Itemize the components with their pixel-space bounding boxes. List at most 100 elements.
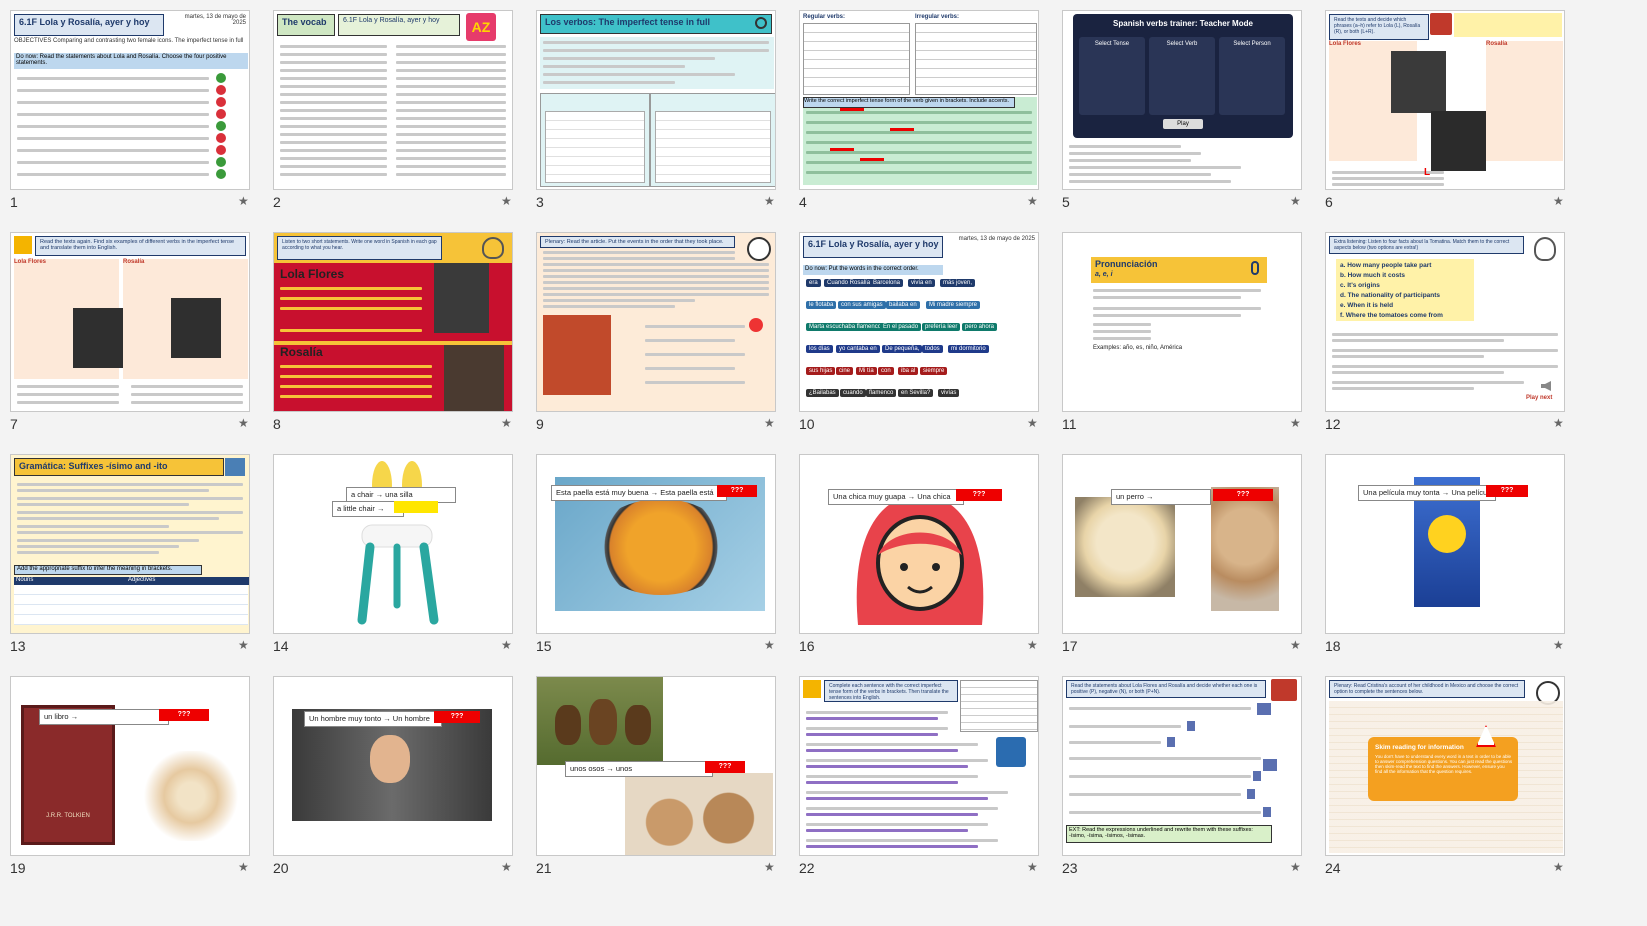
- star-icon[interactable]: ★: [1553, 860, 1564, 874]
- star-icon[interactable]: ★: [238, 860, 249, 874]
- star-icon[interactable]: ★: [1027, 194, 1038, 208]
- col-label: Select Verb: [1166, 41, 1198, 47]
- word-tile[interactable]: De pequeña,: [882, 345, 923, 353]
- slide-thumbnail-16[interactable]: Una chica muy guapa → Una chica ???: [799, 454, 1039, 634]
- word-tile[interactable]: sus hijas: [806, 367, 836, 375]
- star-icon[interactable]: ★: [764, 194, 775, 208]
- word-tile[interactable]: mi dormitorio: [948, 345, 989, 353]
- word-tile[interactable]: con: [878, 367, 894, 375]
- word-tile[interactable]: vivía en: [908, 279, 935, 287]
- word-tile[interactable]: los días: [806, 345, 833, 353]
- word-tile[interactable]: todos: [922, 345, 943, 353]
- word-tile[interactable]: yo cantaba en: [836, 345, 880, 353]
- star-icon[interactable]: ★: [501, 860, 512, 874]
- word-tile[interactable]: iba al: [898, 367, 919, 375]
- slide-thumbnail-4[interactable]: Regular verbs: Irregular verbs: Write th…: [799, 10, 1039, 190]
- slide-title: Regular verbs:: [803, 14, 846, 20]
- slide-thumbnail-20[interactable]: Un hombre muy tonto → Un hombre ???: [273, 676, 513, 856]
- star-icon[interactable]: ★: [1290, 416, 1301, 430]
- word-tile[interactable]: flamenco: [866, 389, 897, 397]
- col-label: Select Tense: [1094, 41, 1130, 47]
- answer-box[interactable]: ???: [434, 711, 480, 723]
- slide-thumbnail-1[interactable]: 6.1F Lola y Rosalía, ayer y hoy martes, …: [10, 10, 250, 190]
- star-icon[interactable]: ★: [764, 638, 775, 652]
- word-tile[interactable]: más joven,: [940, 279, 976, 287]
- star-icon[interactable]: ★: [764, 860, 775, 874]
- word-tile[interactable]: Cuando Rosalía: [824, 279, 874, 287]
- star-icon[interactable]: ★: [1027, 416, 1038, 430]
- slide-thumbnail-18[interactable]: Una película muy tonta → Una película ??…: [1325, 454, 1565, 634]
- answer-box[interactable]: ???: [1486, 485, 1528, 497]
- slide-title: Read the statements about Lola Flores an…: [1066, 680, 1266, 698]
- word-tile[interactable]: Barcelona: [870, 279, 904, 287]
- star-icon[interactable]: ★: [1290, 638, 1301, 652]
- star-icon[interactable]: ★: [1553, 416, 1564, 430]
- star-icon[interactable]: ★: [238, 638, 249, 652]
- slide-cell-20: Un hombre muy tonto → Un hombre ??? 20 ★: [263, 666, 513, 876]
- slide-thumbnail-6[interactable]: Read the texts and decide which phrases …: [1325, 10, 1565, 190]
- star-icon[interactable]: ★: [501, 638, 512, 652]
- slide-thumbnail-21[interactable]: unos osos → unos ???: [536, 676, 776, 856]
- slide-thumbnail-11[interactable]: Pronunciación a, e, i Examples: año, es,…: [1062, 232, 1302, 412]
- slide-thumbnail-24[interactable]: Plenary: Read Cristina's account of her …: [1325, 676, 1565, 856]
- star-icon[interactable]: ★: [1027, 638, 1038, 652]
- play-next-button[interactable]: Play next: [1526, 395, 1552, 401]
- slide-thumbnail-9[interactable]: Plenary: Read the article. Put the event…: [536, 232, 776, 412]
- slide-thumbnail-15[interactable]: Esta paella está muy buena → Esta paella…: [536, 454, 776, 634]
- word-tile[interactable]: siempre: [920, 367, 948, 375]
- slide-thumbnail-3[interactable]: Los verbos: The imperfect tense in full: [536, 10, 776, 190]
- slide-cell-22: Complete each sentence with the correct …: [789, 666, 1039, 876]
- slide-thumbnail-13[interactable]: Gramática: Suffixes -ísimo and -ito Add …: [10, 454, 250, 634]
- star-icon[interactable]: ★: [501, 416, 512, 430]
- slide-number: 18: [1325, 638, 1341, 654]
- word-tile[interactable]: Marta escuchaba flamenco: [806, 323, 885, 331]
- slide-thumbnail-5[interactable]: Spanish verbs trainer: Teacher Mode Sele…: [1062, 10, 1302, 190]
- answer-box[interactable]: ???: [159, 709, 209, 721]
- slide-thumbnail-23[interactable]: Read the statements about Lola Flores an…: [1062, 676, 1302, 856]
- slide-thumbnail-8[interactable]: Listen to two short statements. Write on…: [273, 232, 513, 412]
- name-label: Lola Flores: [14, 259, 47, 265]
- slide-title: 6.1F Lola y Rosalía, ayer y hoy: [803, 236, 943, 258]
- slide-thumbnail-10[interactable]: 6.1F Lola y Rosalía, ayer y hoy martes, …: [799, 232, 1039, 412]
- slide-title: Spanish verbs trainer: Teacher Mode: [1113, 19, 1253, 28]
- star-icon[interactable]: ★: [764, 416, 775, 430]
- paella-pan: [591, 499, 731, 595]
- slide-thumbnail-7[interactable]: Read the texts again. Find six examples …: [10, 232, 250, 412]
- star-icon[interactable]: ★: [1290, 194, 1301, 208]
- word-tile[interactable]: cuando: [840, 389, 866, 397]
- word-tile[interactable]: cine: [836, 367, 854, 375]
- answer-box[interactable]: ???: [956, 489, 1002, 501]
- answer-box[interactable]: ???: [1213, 489, 1273, 501]
- star-icon[interactable]: ★: [1553, 194, 1564, 208]
- word-tile[interactable]: bailaba en: [886, 301, 920, 309]
- slide-thumbnail-2[interactable]: The vocab 6.1F Lola y Rosalía, ayer y ho…: [273, 10, 513, 190]
- word-tile[interactable]: era: [806, 279, 821, 287]
- slide-thumbnail-22[interactable]: Complete each sentence with the correct …: [799, 676, 1039, 856]
- star-icon[interactable]: ★: [238, 194, 249, 208]
- star-icon[interactable]: ★: [1290, 860, 1301, 874]
- word-tile[interactable]: Mi madre siempre: [926, 301, 981, 309]
- star-icon[interactable]: ★: [238, 416, 249, 430]
- word-tile[interactable]: pero ahora: [962, 323, 998, 331]
- word-tile[interactable]: ¿Bailabas: [806, 389, 839, 397]
- slide-thumbnail-19[interactable]: J.R.R. TOLKIEN un libro → ???: [10, 676, 250, 856]
- star-icon[interactable]: ★: [1553, 638, 1564, 652]
- slide-number: 10: [799, 416, 815, 432]
- ear-icon: [482, 237, 504, 259]
- name-label: Rosalía: [123, 259, 145, 265]
- word-tile[interactable]: vivías: [938, 389, 960, 397]
- answer-box[interactable]: ???: [394, 501, 438, 513]
- word-tile[interactable]: en Sevilla?: [898, 389, 934, 397]
- word-tile[interactable]: le flotaba: [806, 301, 837, 309]
- slide-thumbnail-14[interactable]: a chair → una silla a little chair → ???: [273, 454, 513, 634]
- word-tile[interactable]: Mi tía: [856, 367, 877, 375]
- slide-thumbnail-17[interactable]: un perro → ???: [1062, 454, 1302, 634]
- word-tile[interactable]: prefería leer: [922, 323, 961, 331]
- star-icon[interactable]: ★: [501, 194, 512, 208]
- word-tile[interactable]: En el pasado: [880, 323, 922, 331]
- word-tile[interactable]: con sus amigas: [838, 301, 886, 309]
- star-icon[interactable]: ★: [1027, 860, 1038, 874]
- answer-box[interactable]: ???: [705, 761, 745, 773]
- slide-thumbnail-12[interactable]: Extra listening: Listen to four facts ab…: [1325, 232, 1565, 412]
- answer-box[interactable]: ???: [717, 485, 757, 497]
